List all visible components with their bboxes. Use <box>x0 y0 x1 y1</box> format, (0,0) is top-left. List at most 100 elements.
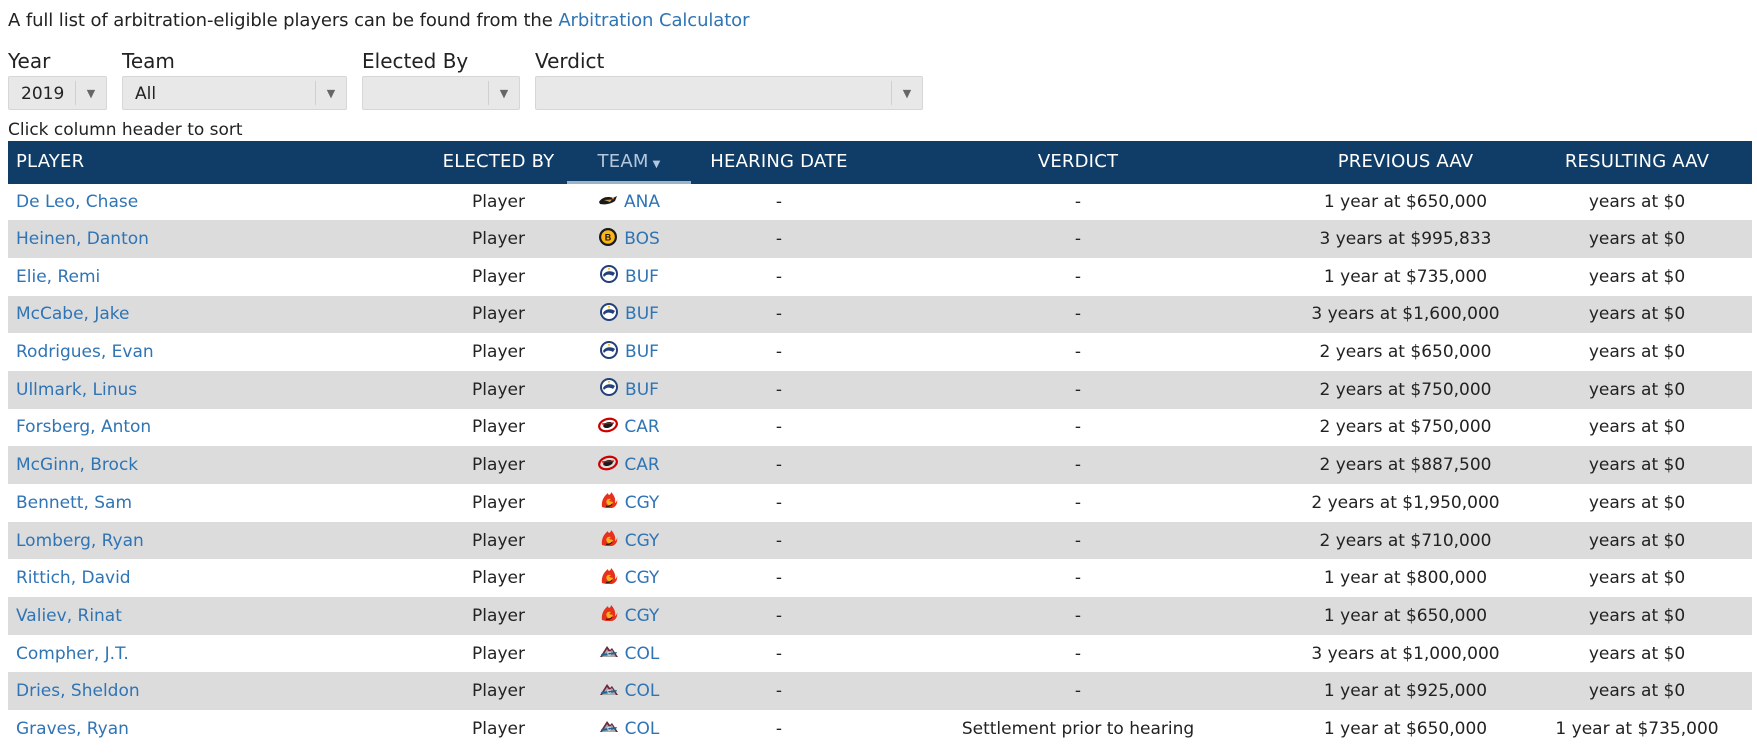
team-link[interactable]: BUF <box>625 342 659 362</box>
sort-desc-icon: ▼ <box>652 158 661 170</box>
arbitration-table: PLAYER ELECTED BY TEAM ▼ HEARING DATE VER… <box>8 141 1752 748</box>
player-link[interactable]: Dries, Sheldon <box>16 681 140 701</box>
player-cell: Ullmark, Linus <box>8 371 430 409</box>
team-select[interactable]: All ▼ <box>122 76 347 110</box>
svg-text:C: C <box>607 652 611 658</box>
team-link[interactable]: CGY <box>625 568 660 588</box>
elected-by-cell: Player <box>472 492 525 513</box>
team-link[interactable]: BOS <box>624 229 660 249</box>
team-cell: CGY <box>567 484 691 522</box>
table-row: Bennett, Sam Player CGY - - 2 years at $1,950… <box>8 484 1752 522</box>
table-row: De Leo, Chase Player ANA - - 1 year at $650,0… <box>8 183 1752 221</box>
hearing-date-cell: - <box>775 266 783 287</box>
elected-by-select[interactable]: ▼ <box>362 76 520 110</box>
team-logo-icon <box>599 340 619 365</box>
elected-by-filter-label: Elected By <box>362 49 469 73</box>
player-cell: Lomberg, Ryan <box>8 522 430 560</box>
team-link[interactable]: BUF <box>625 380 659 400</box>
svg-text:C: C <box>607 727 611 733</box>
verdict-cell: - <box>1074 492 1082 513</box>
player-link[interactable]: Forsberg, Anton <box>16 417 151 437</box>
year-select-value: 2019 <box>21 84 65 104</box>
column-header-previous-aav[interactable]: PREVIOUS AAV <box>1289 141 1522 184</box>
team-logo-icon <box>599 566 619 591</box>
elected-by-cell: Player <box>472 643 525 664</box>
column-header-hearing-date[interactable]: HEARING DATE <box>691 141 867 184</box>
year-filter: Year 2019 ▼ <box>8 50 107 110</box>
team-link[interactable]: CGY <box>625 606 660 626</box>
verdict-cell: - <box>1074 342 1082 363</box>
player-link[interactable]: Compher, J.T. <box>16 644 129 664</box>
table-row: Ullmark, Linus Player BUF - - 2 years at $750… <box>8 370 1752 409</box>
player-link[interactable]: McGinn, Brock <box>16 455 138 475</box>
verdict-cell: - <box>1074 417 1082 438</box>
elected-by-cell: Player <box>472 266 525 287</box>
team-link[interactable]: CAR <box>624 417 659 437</box>
previous-aav-cell: 1 year at $650,000 <box>1323 605 1488 626</box>
hearing-date-cell: - <box>775 455 783 476</box>
player-link[interactable]: Heinen, Danton <box>16 229 149 249</box>
verdict-select[interactable]: ▼ <box>535 76 923 110</box>
sort-hint: Click column header to sort <box>8 120 243 140</box>
elected-by-filter: Elected By ▼ <box>362 50 520 110</box>
column-header-team[interactable]: TEAM ▼ <box>567 141 691 184</box>
player-link[interactable]: Rodrigues, Evan <box>16 342 154 362</box>
column-header-resulting-aav[interactable]: RESULTING AAV <box>1522 141 1752 184</box>
previous-aav-cell: 2 years at $1,950,000 <box>1311 492 1500 513</box>
resulting-aav-cell: years at $0 <box>1588 417 1686 438</box>
player-link[interactable]: De Leo, Chase <box>16 192 138 212</box>
hearing-date-cell: - <box>775 643 783 664</box>
elected-by-cell: Player <box>472 530 525 551</box>
previous-aav-cell: 1 year at $650,000 <box>1323 718 1488 739</box>
team-filter: Team All ▼ <box>122 50 347 110</box>
team-cell: BUF <box>567 258 691 296</box>
hearing-date-cell: - <box>775 568 783 589</box>
table-row: Elie, Remi Player BUF - - 1 year at $735,000 y… <box>8 258 1752 296</box>
table-row: Graves, Ryan Player C COL - Settlement prior … <box>8 710 1752 748</box>
elected-by-cell: Player <box>472 681 525 702</box>
hearing-date-cell: - <box>775 718 783 739</box>
team-link[interactable]: BUF <box>625 304 659 324</box>
player-cell: Valiev, Rinat <box>8 597 430 635</box>
column-header-player[interactable]: PLAYER <box>8 141 430 184</box>
player-link[interactable]: Rittich, David <box>16 568 131 588</box>
elected-by-cell: Player <box>472 417 525 438</box>
verdict-cell: - <box>1074 229 1082 250</box>
year-select[interactable]: 2019 ▼ <box>8 76 107 110</box>
team-link[interactable]: CGY <box>625 493 660 513</box>
hearing-date-cell: - <box>775 304 783 325</box>
previous-aav-cell: 1 year at $650,000 <box>1323 191 1488 212</box>
verdict-cell: - <box>1074 455 1082 476</box>
hearing-date-cell: - <box>775 229 783 250</box>
team-link[interactable]: CGY <box>625 531 660 551</box>
player-cell: Compher, J.T. <box>8 635 430 673</box>
intro-text: A full list of arbitration-eligible play… <box>8 8 1757 36</box>
chevron-down-icon: ▼ <box>75 81 106 105</box>
elected-by-cell: Player <box>472 718 525 739</box>
player-link[interactable]: Graves, Ryan <box>16 719 129 739</box>
team-logo-icon <box>598 415 619 440</box>
resulting-aav-cell: years at $0 <box>1588 455 1686 476</box>
column-header-verdict[interactable]: VERDICT <box>867 141 1289 184</box>
page-content: A full list of arbitration-eligible play… <box>0 8 1757 748</box>
team-link[interactable]: COL <box>625 681 660 701</box>
table-header-row: PLAYER ELECTED BY TEAM ▼ HEARING DATE VER… <box>8 141 1752 184</box>
team-link[interactable]: COL <box>625 719 660 739</box>
team-link[interactable]: COL <box>625 644 660 664</box>
player-link[interactable]: Valiev, Rinat <box>16 606 122 626</box>
arbitration-calculator-link[interactable]: Arbitration Calculator <box>558 10 749 31</box>
previous-aav-cell: 3 years at $1,600,000 <box>1311 304 1500 325</box>
team-link[interactable]: ANA <box>624 192 660 212</box>
team-cell: C COL <box>567 635 691 673</box>
player-link[interactable]: Elie, Remi <box>16 267 100 287</box>
column-header-elected-by[interactable]: ELECTED BY <box>430 141 567 184</box>
player-link[interactable]: McCabe, Jake <box>16 304 130 324</box>
player-link[interactable]: Lomberg, Ryan <box>16 531 144 551</box>
team-link[interactable]: BUF <box>625 267 659 287</box>
player-link[interactable]: Bennett, Sam <box>16 493 132 513</box>
verdict-cell: - <box>1074 191 1082 212</box>
team-link[interactable]: CAR <box>624 455 659 475</box>
player-link[interactable]: Ullmark, Linus <box>16 380 137 400</box>
column-header-team-label: TEAM <box>597 150 649 172</box>
previous-aav-cell: 2 years at $887,500 <box>1319 455 1492 476</box>
